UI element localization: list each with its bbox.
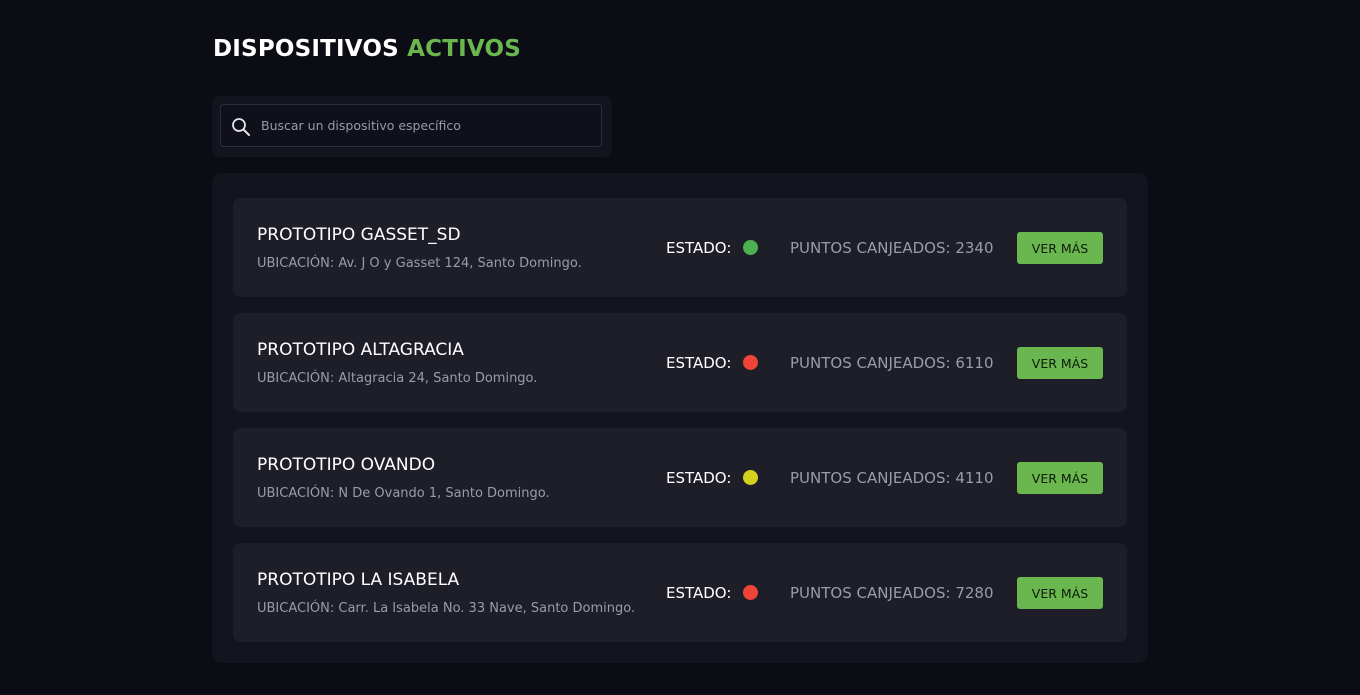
search-container (212, 96, 612, 157)
device-location: UBICACIÓN: Altagracia 24, Santo Domingo. (257, 371, 538, 386)
device-name: PROTOTIPO LA ISABELA (257, 570, 460, 590)
device-card: PROTOTIPO OVANDO UBICACIÓN: N De Ovando … (233, 428, 1127, 527)
device-list: PROTOTIPO GASSET_SD UBICACIÓN: Av. J O y… (212, 173, 1148, 663)
status-indicator (743, 470, 758, 485)
page-title-main: DISPOSITIVOS (213, 36, 399, 62)
device-location: UBICACIÓN: Av. J O y Gasset 124, Santo D… (257, 256, 582, 271)
page-title: DISPOSITIVOS ACTIVOS (213, 36, 521, 62)
page-title-accent: ACTIVOS (407, 36, 521, 62)
search-box[interactable] (220, 104, 602, 147)
view-more-button[interactable]: VER MÁS (1017, 462, 1103, 494)
status-label: ESTADO: (666, 239, 732, 257)
device-card: PROTOTIPO GASSET_SD UBICACIÓN: Av. J O y… (233, 198, 1127, 297)
status-label: ESTADO: (666, 584, 732, 602)
device-name: PROTOTIPO ALTAGRACIA (257, 340, 464, 360)
device-location: UBICACIÓN: Carr. La Isabela No. 33 Nave,… (257, 601, 636, 616)
search-icon (232, 118, 250, 136)
status-label: ESTADO: (666, 469, 732, 487)
search-input[interactable] (261, 105, 591, 146)
device-location: UBICACIÓN: N De Ovando 1, Santo Domingo. (257, 486, 550, 501)
points-redeemed: PUNTOS CANJEADOS: 4110 (790, 469, 994, 487)
device-card: PROTOTIPO LA ISABELA UBICACIÓN: Carr. La… (233, 543, 1127, 642)
points-redeemed: PUNTOS CANJEADOS: 6110 (790, 354, 994, 372)
status-indicator (743, 355, 758, 370)
device-name: PROTOTIPO GASSET_SD (257, 225, 461, 245)
status-label: ESTADO: (666, 354, 732, 372)
status-indicator (743, 585, 758, 600)
points-redeemed: PUNTOS CANJEADOS: 2340 (790, 239, 994, 257)
device-name: PROTOTIPO OVANDO (257, 455, 436, 475)
view-more-button[interactable]: VER MÁS (1017, 577, 1103, 609)
view-more-button[interactable]: VER MÁS (1017, 232, 1103, 264)
points-redeemed: PUNTOS CANJEADOS: 7280 (790, 584, 994, 602)
device-card: PROTOTIPO ALTAGRACIA UBICACIÓN: Altagrac… (233, 313, 1127, 412)
status-indicator (743, 240, 758, 255)
view-more-button[interactable]: VER MÁS (1017, 347, 1103, 379)
